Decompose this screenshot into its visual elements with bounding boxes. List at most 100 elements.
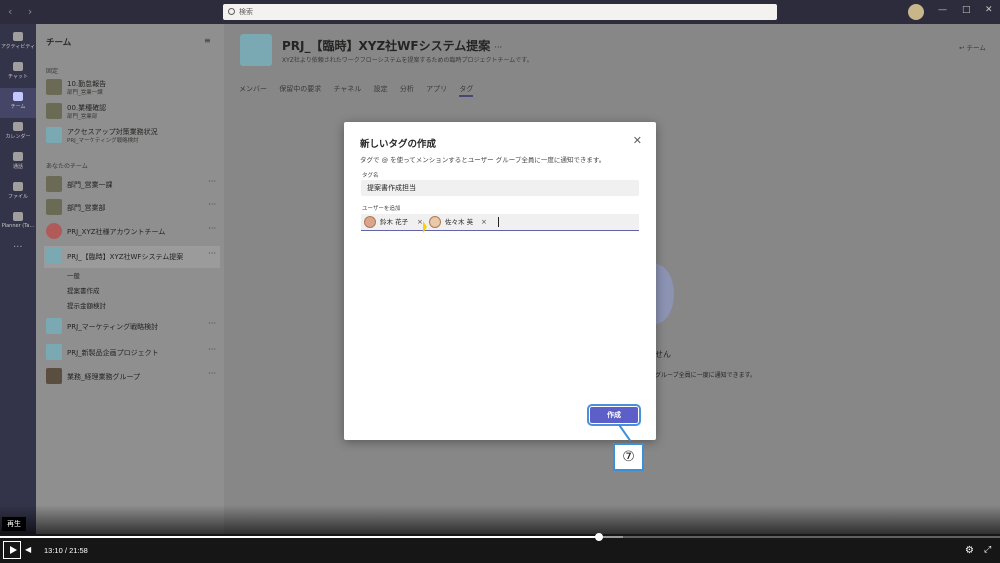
team-item[interactable]: アクセスアップ対策業務状況 PRJ_マーケティング戦略検討 [44, 125, 220, 147]
rail-files[interactable]: ファイル [0, 178, 36, 208]
avatar[interactable] [908, 4, 924, 20]
more-options-icon[interactable]: ··· [208, 345, 216, 354]
time-display: 13:10 / 21:58 [44, 546, 88, 555]
search-placeholder: 検索 [239, 8, 253, 16]
more-options-icon[interactable]: ··· [208, 224, 216, 233]
user-chip: 鈴木 花子 × [364, 215, 426, 229]
title-bar: ‹ › 検索 — □ ✕ [0, 0, 1000, 24]
team-item[interactable]: PRJ_XYZ社様アカウントチーム ··· [44, 221, 220, 243]
gear-icon[interactable]: ⚙ [965, 545, 974, 556]
user-chip: 佐々木 英 × [429, 215, 491, 229]
maximize-button[interactable]: □ [962, 5, 971, 15]
planner-icon [13, 212, 23, 221]
tab-analytics[interactable]: 分析 [400, 85, 414, 93]
team-logo-icon [46, 223, 62, 239]
file-icon [13, 182, 23, 191]
add-users-input[interactable]: 鈴木 花子 × 佐々木 英 × [361, 214, 639, 231]
forward-button[interactable]: › [28, 5, 38, 18]
team-item[interactable]: PRJ_マーケティング戦略検討 ··· [44, 316, 220, 338]
filter-icon[interactable]: ≡ [204, 36, 211, 45]
rail-chat[interactable]: チャット [0, 58, 36, 88]
team-logo-icon [46, 103, 62, 119]
team-item[interactable]: 業務_経理業務グループ ··· [44, 366, 220, 388]
channel-item[interactable]: 提示金額検討 [67, 300, 106, 310]
team-logo-icon [46, 79, 62, 95]
chat-icon [13, 62, 23, 71]
create-tag-dialog: 新しいタグの作成 ✕ タグで @ を使ってメンションするとユーザー グループ全員… [344, 122, 656, 440]
close-icon[interactable]: ✕ [633, 134, 642, 147]
add-users-label: ユーザーを追加 [362, 206, 401, 212]
scrubber-handle[interactable] [595, 533, 603, 541]
tab-apps[interactable]: アプリ [426, 85, 447, 93]
channel-item[interactable]: 提案書作成 [67, 285, 100, 295]
team-logo-icon [46, 368, 62, 384]
volume-icon[interactable]: ◀ [25, 545, 31, 554]
section-your-teams: あなたのチーム [46, 163, 88, 170]
section-pinned: 固定 [46, 68, 59, 75]
tab-pending[interactable]: 保留中の要求 [279, 85, 321, 93]
search-icon [228, 8, 235, 15]
progress-fill [0, 536, 599, 538]
rail-activity[interactable]: アクティビティ [0, 28, 36, 58]
team-item-selected[interactable]: PRJ_【臨時】XYZ社WFシステム提案 ··· [44, 246, 220, 268]
play-button[interactable] [3, 541, 21, 559]
play-tooltip: 再生 [2, 517, 26, 531]
rail-planner[interactable]: Planner (Ta... [0, 208, 36, 238]
nav-arrows[interactable]: ‹ › [8, 5, 38, 18]
team-item[interactable]: 部門_営業部 ··· [44, 197, 220, 219]
calendar-icon [13, 122, 23, 131]
step-callout: ⑦ [613, 443, 644, 471]
rail-teams[interactable]: チーム [0, 88, 36, 118]
remove-chip-icon[interactable]: × [417, 215, 423, 229]
fullscreen-icon[interactable]: ⤢ [984, 545, 991, 555]
teams-icon [13, 92, 23, 101]
team-item[interactable]: 10.勤怠報告 部門_営業一課 [44, 77, 220, 99]
tag-name-input[interactable]: 提案書作成担当 [361, 180, 639, 196]
rail-calls[interactable]: 通話 [0, 148, 36, 178]
tag-name-label: タグ名 [362, 173, 379, 179]
team-more-icon[interactable]: ··· [494, 43, 502, 52]
user-avatar-icon [364, 216, 376, 228]
team-tabs: メンバー 保留中の要求 チャネル 設定 分析 アプリ タグ [239, 84, 483, 97]
app-rail: アクティビティ チャット チーム カレンダー 通話 ファイル Planner (… [0, 24, 36, 534]
panel-title: チーム [46, 38, 72, 48]
team-logo-icon [46, 176, 62, 192]
more-options-icon[interactable]: ··· [208, 369, 216, 378]
more-options-icon[interactable]: ··· [208, 200, 216, 209]
team-description: XYZ社より依頼されたワークフローシステムを提案するための臨時プロジェクトチーム… [282, 57, 533, 64]
bell-icon [13, 32, 23, 41]
team-logo-icon [46, 344, 62, 360]
empty-heading-fragment: せん [655, 350, 671, 359]
team-logo-icon [46, 199, 62, 215]
tab-tags[interactable]: タグ [459, 85, 474, 97]
create-button[interactable]: 作成 [587, 404, 641, 426]
more-options-icon[interactable]: ··· [208, 177, 216, 186]
video-controls [0, 534, 1000, 563]
search-input[interactable]: 検索 [223, 4, 777, 20]
team-side-link[interactable]: ↩ チーム [959, 42, 986, 52]
rail-more-button[interactable]: ··· [13, 242, 23, 253]
more-options-icon[interactable]: ··· [208, 249, 216, 258]
player-gradient [0, 505, 1000, 534]
dialog-description: タグで @ を使ってメンションするとユーザー グループ全員に一度に通知できます。 [360, 156, 606, 164]
team-item[interactable]: 部門_営業一課 ··· [44, 174, 220, 196]
tab-members[interactable]: メンバー [239, 85, 267, 93]
team-item[interactable]: PRJ_新製品企画プロジェクト ··· [44, 342, 220, 364]
channel-item[interactable]: 一般 [67, 270, 80, 280]
remove-chip-icon[interactable]: × [481, 215, 487, 229]
tab-settings[interactable]: 設定 [374, 85, 388, 93]
back-button[interactable]: ‹ [8, 5, 18, 18]
page-title: PRJ_【臨時】XYZ社WFシステム提案 ··· [282, 39, 503, 53]
tab-channels[interactable]: チャネル [333, 85, 361, 93]
team-logo-icon [46, 248, 62, 264]
teams-panel: チーム ≡ 固定 10.勤怠報告 部門_営業一課 00.業種確認 部門_営業部 アク… [36, 24, 224, 534]
dialog-title: 新しいタグの作成 [360, 139, 437, 150]
rail-calendar[interactable]: カレンダー [0, 118, 36, 148]
minimize-button[interactable]: — [938, 5, 947, 15]
mouse-cursor-icon [423, 221, 427, 233]
empty-text-fragment: グループ全員に一度に通知できます。 [655, 372, 757, 379]
more-options-icon[interactable]: ··· [208, 319, 216, 328]
close-window-button[interactable]: ✕ [985, 5, 993, 15]
phone-icon [13, 152, 23, 161]
team-item[interactable]: 00.業種確認 部門_営業部 [44, 101, 220, 123]
